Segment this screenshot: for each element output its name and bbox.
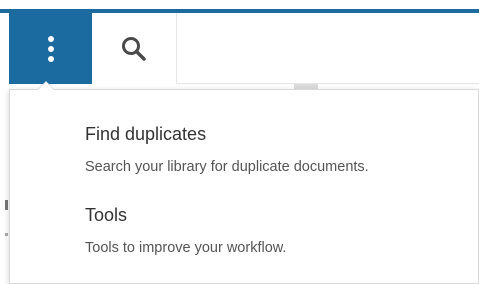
background-fragment-left-dot: [5, 233, 8, 236]
menu-item-description: Tools to improve your workflow.: [85, 240, 287, 256]
more-menu-dropdown: Find duplicates Search your library for …: [9, 89, 479, 284]
search-button[interactable]: [92, 13, 177, 84]
background-fragment-left: [5, 200, 8, 210]
menu-item-title: Find duplicates: [85, 124, 207, 144]
toolbar-divider: [176, 83, 479, 84]
menu-item-title: Tools: [85, 205, 128, 225]
menu-item-description: Search your library for duplicate docume…: [85, 159, 369, 175]
menu-item-tools[interactable]: Tools Tools to improve your workflow.: [85, 204, 468, 257]
search-icon: [122, 36, 146, 61]
top-toolbar: [0, 0, 479, 84]
menu-item-find-duplicates[interactable]: Find duplicates Search your library for …: [85, 123, 468, 176]
dropdown-caret: [38, 82, 54, 90]
more-menu-button[interactable]: [9, 13, 92, 84]
more-vertical-icon: [47, 35, 54, 62]
